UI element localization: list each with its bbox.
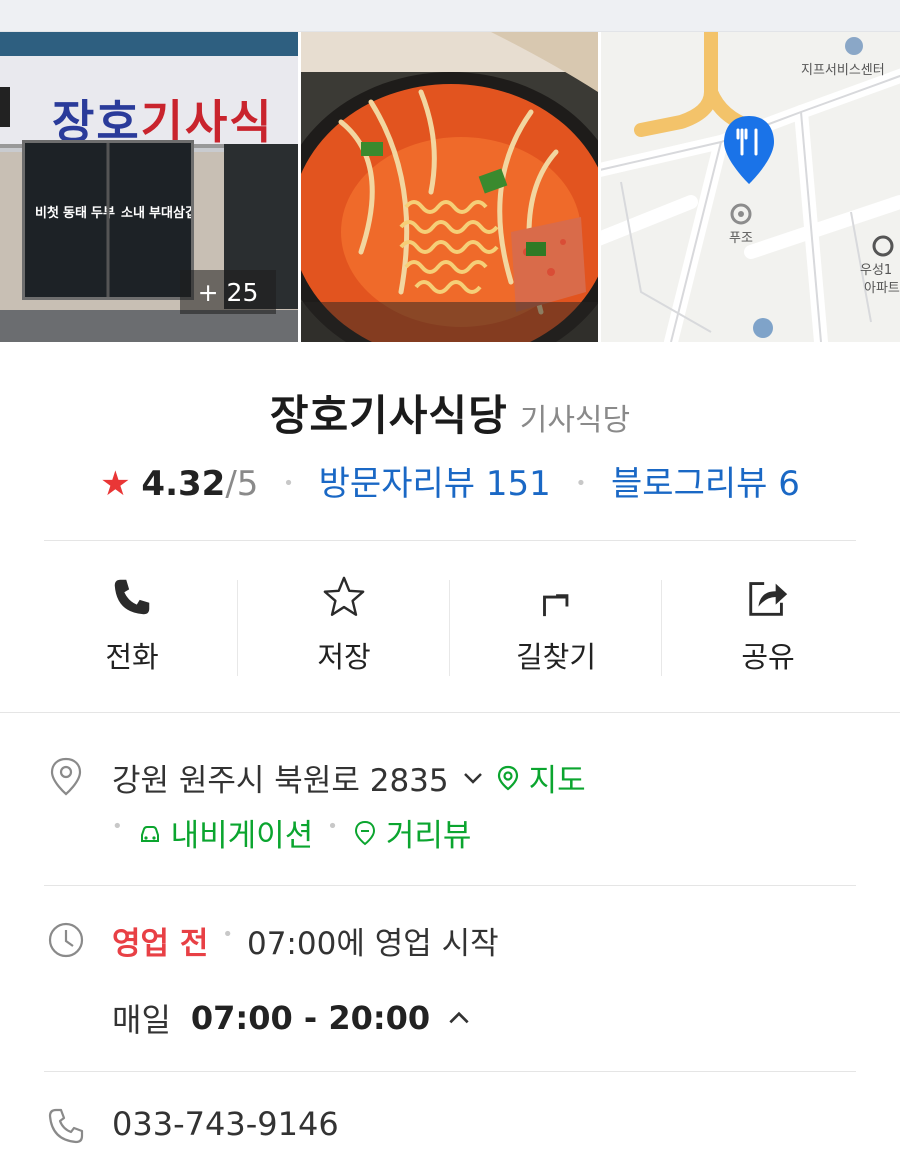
address-row: 강원 원주시 북원로 2835 지도 xyxy=(112,755,586,800)
business-status: 영업 전 xyxy=(112,926,209,962)
hours-detail-row[interactable]: 매일 07:00 - 20:00 xyxy=(112,995,472,1041)
navigation-link-label: 내비게이션 xyxy=(170,818,314,854)
map-label-apartment-2: 아파트 xyxy=(864,281,900,296)
storefront-ground xyxy=(0,310,298,342)
place-title-row: 장호기사식당 기사식당 xyxy=(0,382,900,443)
divider xyxy=(44,540,856,541)
phone-number[interactable]: 033-743-9146 xyxy=(112,1105,339,1143)
separator-dot: • xyxy=(222,924,233,945)
food-photo[interactable] xyxy=(301,32,598,342)
phone-outline-icon xyxy=(48,1108,84,1144)
navigation-link[interactable]: 내비게이션 xyxy=(137,810,314,855)
rating-total: /5 xyxy=(225,464,259,504)
map-link-label: 지도 xyxy=(528,763,586,799)
top-bar xyxy=(0,0,900,32)
rating-value: 4.32 xyxy=(141,464,226,504)
storefront-sign: 장호기사식 xyxy=(0,56,298,149)
storefront-photo[interactable]: 장호기사식 비첫 동태 두부 소내 부대 삼겹 + 25 xyxy=(0,32,298,342)
separator-dot: • xyxy=(575,473,587,494)
share-icon xyxy=(749,582,788,616)
menu-col-6: 삼겹 xyxy=(173,205,191,221)
street-view-icon xyxy=(354,820,375,845)
chevron-up-icon[interactable] xyxy=(446,1005,472,1031)
divider xyxy=(44,885,856,886)
map-thumbnail[interactable]: 지프서비스센터 푸조 우성1 아파트 xyxy=(601,32,900,342)
star-outline-icon xyxy=(323,576,365,616)
street-view-link-label: 거리뷰 xyxy=(385,818,472,854)
star-icon: ★ xyxy=(100,464,131,504)
storefront-sky xyxy=(0,32,298,56)
map-pin-icon xyxy=(497,765,518,790)
menu-col-3: 두부 xyxy=(91,206,115,221)
share-label: 공유 xyxy=(741,640,795,674)
action-bar: 전화 저장 길찾기 공유 xyxy=(26,574,874,676)
map-label-service: 지프서비스센터 xyxy=(801,63,885,78)
hours-time: 07:00 - 20:00 xyxy=(190,999,431,1037)
call-button[interactable]: 전화 xyxy=(26,574,238,676)
save-button[interactable]: 저장 xyxy=(238,574,450,676)
menu-col-1: 비첫 xyxy=(35,205,59,221)
chevron-down-icon[interactable] xyxy=(461,766,485,790)
directions-button[interactable]: 길찾기 xyxy=(450,574,662,676)
map-label-peugeot: 푸조 xyxy=(729,231,753,246)
map-label-apartment-1: 우성1 xyxy=(860,263,892,278)
storefront-window: 비첫 동태 두부 소내 부대 삼겹 xyxy=(22,140,197,300)
save-label: 저장 xyxy=(317,640,371,674)
hours-day: 매일 xyxy=(112,1001,171,1039)
address-text[interactable]: 강원 원주시 북원로 2835 xyxy=(112,755,449,800)
menu-col-5: 부대 xyxy=(149,206,173,221)
visitor-reviews-link[interactable]: 방문자리뷰 151 xyxy=(319,464,551,504)
storefront-menu-graphic: 비첫 동태 두부 소내 부대 삼겹 xyxy=(35,143,197,297)
business-status-detail: 07:00에 영업 시작 xyxy=(246,926,499,962)
food-illustration xyxy=(301,32,598,342)
location-pin-icon xyxy=(50,757,82,796)
divider xyxy=(0,712,900,713)
street-view-link[interactable]: 거리뷰 xyxy=(352,810,472,855)
separator-dot: • xyxy=(327,816,338,837)
phone-icon xyxy=(114,579,150,615)
directions-icon xyxy=(543,594,569,617)
menu-col-2: 동태 xyxy=(63,206,87,221)
more-photos-badge[interactable]: + 25 xyxy=(180,270,276,314)
separator-dot: • xyxy=(283,473,294,494)
directions-label: 길찾기 xyxy=(515,640,597,674)
call-label: 전화 xyxy=(105,640,159,674)
place-category: 기사식당 xyxy=(519,403,631,438)
map-graphic: 지프서비스센터 푸조 우성1 아파트 xyxy=(601,32,900,342)
place-name: 장호기사식당 xyxy=(269,391,508,440)
divider xyxy=(44,1071,856,1072)
blog-reviews-link[interactable]: 블로그리뷰 6 xyxy=(611,464,800,504)
address-links-row: • 내비게이션 • 거리뷰 xyxy=(112,810,471,855)
share-button[interactable]: 공유 xyxy=(662,574,874,676)
storefront-pole xyxy=(0,87,10,127)
photo-strip[interactable]: 장호기사식 비첫 동태 두부 소내 부대 삼겹 + 25 지프서비스센터 푸조 … xyxy=(0,32,900,342)
separator-dot: • xyxy=(112,816,123,837)
rating-row: ★ 4.32/5 • 방문자리뷰 151 • 블로그리뷰 6 xyxy=(0,456,900,505)
map-link[interactable]: 지도 xyxy=(495,755,586,800)
clock-icon xyxy=(48,922,84,958)
menu-col-4: 소내 xyxy=(121,205,145,221)
car-icon xyxy=(140,825,159,842)
hours-status-row: 영업 전 • 07:00에 영업 시작 xyxy=(112,918,499,963)
